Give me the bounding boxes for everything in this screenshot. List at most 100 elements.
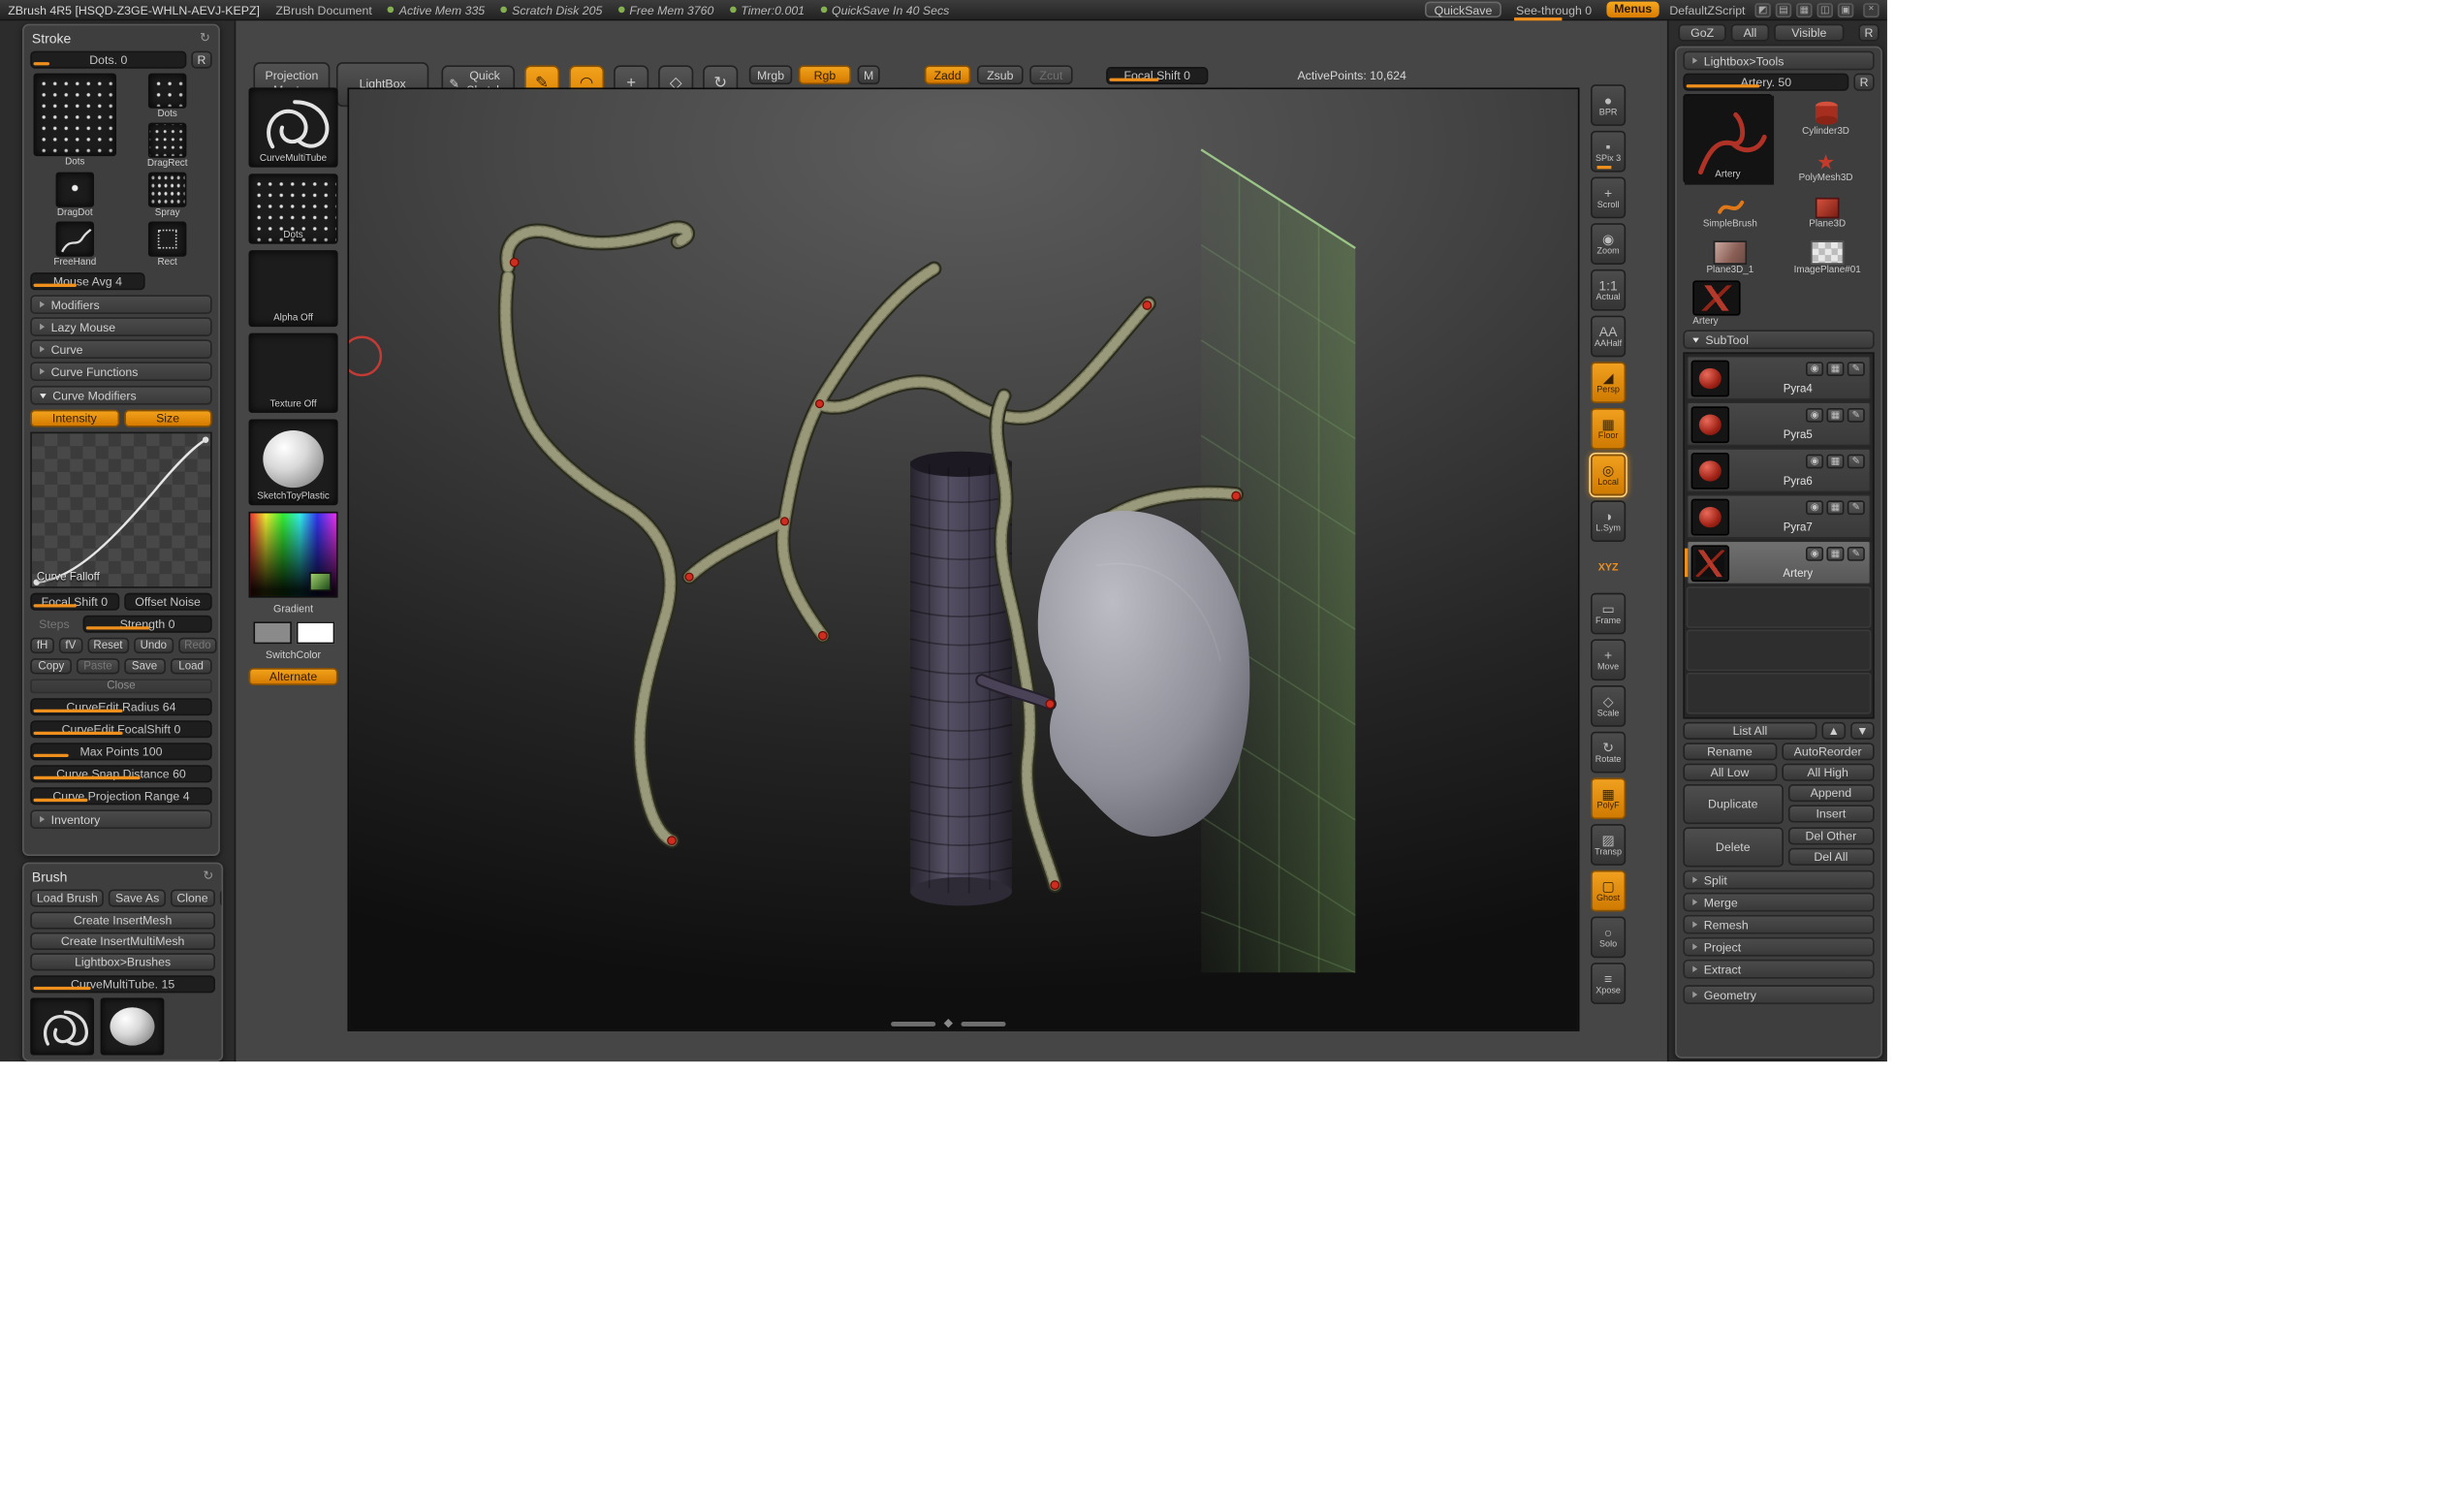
current-brush-thumb[interactable]: CurveMultiTube (249, 87, 338, 167)
shelf-toggle-button[interactable]: ◑ L.Sym (1591, 500, 1626, 542)
current-tool-thumb[interactable]: Artery (1683, 94, 1772, 183)
shelf-toggle-button[interactable]: ▦ PolyF (1591, 777, 1626, 819)
tool-thumb-plane3d-1[interactable]: Plane3D_1 (1683, 233, 1777, 275)
brush-action-button[interactable]: Clone (171, 890, 214, 907)
close-divider[interactable]: Close (30, 679, 211, 693)
stroke-dots-current-thumb[interactable] (34, 74, 117, 157)
sculpt-icon[interactable]: ✎ (1848, 500, 1865, 515)
titlebar-layout-icon[interactable]: ◩ (1754, 2, 1770, 16)
list-all-button[interactable]: List All (1683, 722, 1816, 740)
tool-thumb-plane3d[interactable]: Plane3D (1781, 186, 1875, 229)
brush-wide-button[interactable]: Create InsertMultiMesh (30, 933, 215, 950)
alternate-button[interactable]: Alternate (249, 668, 338, 685)
quicksave-button[interactable]: QuickSave (1425, 2, 1501, 17)
polypaint-icon[interactable]: ▦ (1826, 455, 1844, 469)
shelf-toggle-button[interactable]: AA AAHalf (1591, 316, 1626, 358)
shelf-toggle-button[interactable]: ↻ Rotate (1591, 732, 1626, 774)
titlebar-layout-icon[interactable]: ▦ (1796, 2, 1812, 16)
subtool-action-bar[interactable]: Extract (1683, 960, 1874, 979)
viewport-3d[interactable] (349, 89, 1578, 1029)
focal-shift-slider[interactable]: Focal Shift 0 (30, 593, 118, 611)
curve-edit-button[interactable]: Reset (87, 638, 129, 653)
collapsed-section-bar[interactable]: Modifiers (30, 295, 211, 314)
shelf-toggle-button[interactable]: ▭ Frame (1591, 593, 1626, 635)
tool-thumb-simplebrush[interactable]: SimpleBrush (1683, 186, 1777, 229)
shelf-toggle-button[interactable]: ◉ Zoom (1591, 223, 1626, 265)
shelf-toggle-button[interactable]: ○ Solo (1591, 916, 1626, 958)
sculpt-icon[interactable]: ✎ (1848, 455, 1865, 469)
geometry-section-bar[interactable]: Geometry (1683, 985, 1874, 1004)
tool-thumb-artery-small[interactable]: Artery (1683, 279, 1874, 327)
visibility-eye-icon[interactable]: ◉ (1806, 547, 1823, 561)
rgb-button[interactable]: Rgb (799, 65, 851, 84)
tool-r-button[interactable]: R (1853, 74, 1874, 91)
curve-clipboard-button[interactable]: Paste (77, 658, 118, 674)
mouse-avg-slider[interactable]: Mouse Avg 4 (30, 272, 144, 290)
close-icon[interactable]: × (1863, 2, 1879, 16)
palette-refresh-icon[interactable]: ↻ (200, 30, 210, 45)
texture-thumb[interactable]: Texture Off (249, 333, 338, 413)
subtool-action-bar[interactable]: Project (1683, 937, 1874, 957)
switch-color-label[interactable]: SwitchColor (249, 650, 338, 662)
m-button[interactable]: M (858, 65, 880, 84)
curvemultitube-brush-thumb[interactable] (30, 997, 94, 1055)
goz-all-button[interactable]: All (1731, 24, 1769, 42)
tool-thumb-imageplane[interactable]: ImagePlane#01 (1781, 233, 1875, 275)
lightbox-tools-bar[interactable]: Lightbox>Tools (1683, 51, 1874, 71)
insert-button[interactable]: Insert (1787, 805, 1875, 822)
shelf-toggle-button[interactable]: ≡ Xpose (1591, 963, 1626, 1004)
shelf-toggle-button[interactable]: ▦ Floor (1591, 408, 1626, 450)
brush-action-button[interactable]: Save As (109, 890, 165, 907)
shelf-toggle-button[interactable]: + Scroll (1591, 177, 1626, 219)
current-tool-selector[interactable]: Artery. 50 (1683, 74, 1848, 91)
stroke-dragdot-thumb[interactable] (56, 173, 94, 207)
brush-wide-button[interactable]: Create InsertMesh (30, 912, 215, 930)
sphere-brush-thumb[interactable] (101, 997, 165, 1055)
shelf-toggle-button[interactable]: ◇ Scale (1591, 685, 1626, 727)
offset-noise-slider[interactable]: Offset Noise (123, 593, 211, 611)
polypaint-icon[interactable]: ▦ (1826, 547, 1844, 561)
shelf-toggle-button[interactable]: ▢ Ghost (1591, 870, 1626, 912)
scrollbar-track-right[interactable] (962, 1021, 1006, 1026)
brush-wide-button[interactable]: Lightbox>Brushes (30, 953, 215, 970)
subtool-section-bar[interactable]: SubTool (1683, 330, 1874, 349)
del-all-button[interactable]: Del All (1787, 848, 1875, 866)
subtool-item[interactable]: ◉ ▦ ✎ Pyra7 (1687, 494, 1872, 539)
visibility-eye-icon[interactable]: ◉ (1806, 362, 1823, 376)
subtool-empty-slot[interactable] (1687, 586, 1872, 628)
titlebar-layout-icon[interactable]: ◫ (1817, 2, 1833, 16)
stroke-slider[interactable]: Curve Snap Distance 60 (30, 765, 211, 782)
polypaint-icon[interactable]: ▦ (1826, 500, 1844, 515)
subtool-empty-slot[interactable] (1687, 673, 1872, 714)
titlebar-layout-icon[interactable]: ▤ (1776, 2, 1791, 16)
subtool-action-bar[interactable]: Split (1683, 870, 1874, 890)
sculpt-icon[interactable]: ✎ (1848, 362, 1865, 376)
collapsed-section-bar[interactable]: Curve Functions (30, 362, 211, 381)
shelf-toggle-button[interactable]: XYZ (1591, 547, 1626, 588)
shelf-toggle-button[interactable]: 1:1 Actual (1591, 269, 1626, 311)
stroke-slider[interactable]: CurveEdit FocalShift 0 (30, 720, 211, 738)
visibility-eye-icon[interactable]: ◉ (1806, 408, 1823, 423)
curve-edit-button[interactable]: fV (59, 638, 82, 653)
curve-modifiers-section[interactable]: Curve Modifiers (30, 386, 211, 405)
gradient-label[interactable]: Gradient (249, 604, 338, 616)
duplicate-button[interactable]: Duplicate (1683, 784, 1783, 824)
curve-falloff-editor[interactable]: Curve Falloff (30, 432, 211, 588)
shelf-toggle-button[interactable]: ▨ Transp (1591, 824, 1626, 866)
material-thumb[interactable]: SketchToyPlastic (249, 419, 338, 505)
tool-thumb-cylinder3d[interactable]: Cylinder3D (1777, 94, 1874, 137)
tool-restore-button[interactable]: R (1858, 24, 1879, 42)
subtool-down-button[interactable]: ▼ (1850, 722, 1875, 740)
alpha-thumb[interactable]: Alpha Off (249, 250, 338, 327)
main-color-swatch[interactable] (253, 621, 291, 644)
polypaint-icon[interactable]: ▦ (1826, 362, 1844, 376)
subtool-item[interactable]: ◉ ▦ ✎ Artery (1687, 540, 1872, 585)
subtool-empty-slot[interactable] (1687, 629, 1872, 671)
append-button[interactable]: Append (1787, 784, 1875, 802)
see-through-slider[interactable]: See-through 0 (1511, 2, 1596, 16)
curve-edit-button[interactable]: fH (30, 638, 54, 653)
brush-action-button[interactable]: Load Brush (30, 890, 104, 907)
stroke-rect-thumb[interactable] (148, 222, 186, 257)
delete-button[interactable]: Delete (1683, 827, 1783, 867)
goz-visible-button[interactable]: Visible (1774, 24, 1844, 42)
